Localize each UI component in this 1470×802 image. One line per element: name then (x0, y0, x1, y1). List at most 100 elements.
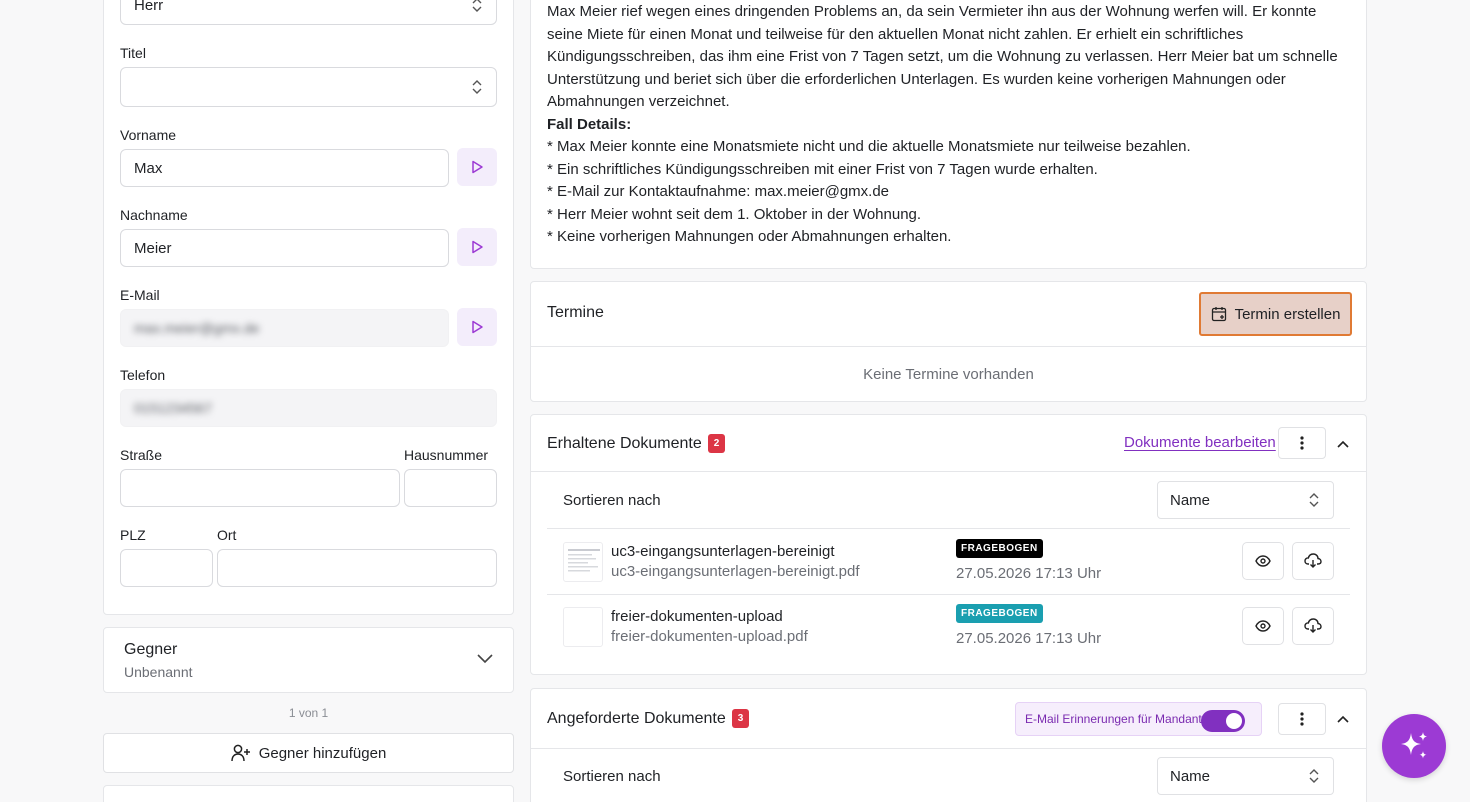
angeforderte-sort-select[interactable]: Name (1157, 757, 1334, 795)
document-thumbnail (563, 607, 603, 647)
eye-icon (1255, 555, 1271, 567)
vorname-input[interactable]: Max (120, 149, 449, 187)
chevron-up-icon[interactable] (1336, 712, 1350, 726)
angeforderte-dokumente-card: Angeforderte Dokumente 3 E-Mail Erinnerun… (530, 688, 1367, 802)
plz-label: PLZ (120, 527, 146, 543)
angeforderte-title-row: Angeforderte Dokumente 3 (547, 709, 750, 728)
add-gegner-label: Gegner hinzufügen (258, 744, 387, 762)
strasse-input[interactable] (120, 469, 400, 507)
play-icon (472, 160, 483, 174)
email-reminder-toggle-group: E-Mail Erinnerungen für Mandant (1015, 702, 1262, 736)
sort-value: Name (1170, 767, 1211, 785)
angeforderte-count-badge: 3 (731, 709, 750, 728)
gegner-pager: 1 von 1 (288, 706, 329, 720)
sort-value: Name (1170, 491, 1211, 509)
detail-line: * Ein schriftliches Kündigungsschreiben … (547, 160, 1098, 178)
document-date: 27.05.2026 17:13 Uhr (956, 630, 1102, 647)
select-arrows-icon (1309, 769, 1319, 783)
cloud-download-icon (1304, 618, 1322, 633)
email-reminder-toggle[interactable] (1201, 710, 1245, 732)
document-filename: freier-dokumenten-upload.pdf (611, 628, 808, 645)
ort-label: Ort (217, 527, 237, 543)
sparkle-icon (1401, 732, 1427, 759)
nachname-input[interactable]: Meier (120, 229, 449, 267)
detail-line: * Max Meier konnte eine Monatsmiete nich… (547, 138, 1191, 155)
vorname-play-button[interactable] (457, 148, 497, 186)
add-gegner-button[interactable]: Gegner hinzufügen (103, 733, 514, 773)
download-document-button[interactable] (1292, 607, 1334, 645)
create-termin-label: Termin erstellen (1234, 305, 1341, 323)
toggle-knob (1226, 713, 1242, 729)
termine-card: Termine Termin erstellen Keine Termine v… (530, 281, 1367, 402)
kebab-icon (1300, 436, 1304, 450)
erhaltene-menu-button[interactable] (1278, 427, 1326, 459)
kebab-icon (1300, 712, 1304, 726)
document-tag: FRAGEBOGEN (956, 604, 1043, 623)
create-termin-button[interactable]: Termin erstellen (1199, 292, 1352, 336)
anrede-select[interactable]: Herr (120, 0, 497, 25)
angeforderte-sort-label: Sortieren nach (563, 768, 661, 785)
titel-select[interactable] (120, 67, 497, 107)
vorname-label: Vorname (120, 127, 177, 143)
document-name[interactable]: freier-dokumenten-upload (611, 608, 783, 625)
email-value: max.meier@gmx.de (134, 320, 260, 336)
telefon-value: 0151234567 (134, 400, 212, 416)
ai-assistant-button[interactable] (1382, 714, 1446, 778)
email-reminder-label: E-Mail Erinnerungen für Mandant (1025, 712, 1202, 726)
dokumente-bearbeiten-link[interactable]: Dokumente bearbeiten (1124, 434, 1276, 451)
select-arrows-icon (1309, 493, 1319, 507)
divider (531, 346, 1366, 347)
document-filename: uc3-eingangsunterlagen-bereinigt.pdf (611, 563, 860, 580)
erhaltene-sort-label: Sortieren nach (563, 492, 661, 509)
document-thumbnail (563, 542, 603, 582)
gegner-subtitle: Unbenannt (124, 664, 193, 680)
user-plus-icon (230, 744, 250, 762)
anrede-value: Herr (134, 0, 164, 14)
erhaltene-title-row: Erhaltene Dokumente 2 (547, 434, 726, 453)
document-row: uc3-eingangsunterlagen-bereinigt uc3-ein… (547, 529, 1350, 594)
document-date: 27.05.2026 17:13 Uhr (956, 565, 1102, 582)
termine-empty-text: Keine Termine vorhanden (863, 366, 1034, 383)
vorname-value: Max (134, 159, 163, 177)
nachname-play-button[interactable] (457, 228, 497, 266)
chevron-down-icon (477, 654, 493, 664)
strasse-label: Straße (120, 447, 163, 463)
select-arrows-icon (472, 80, 482, 94)
summary-paragraph: Max Meier rief wegen eines dringenden Pr… (547, 3, 1338, 110)
divider (531, 748, 1366, 749)
angeforderte-title: Angeforderte Dokumente (547, 710, 726, 727)
select-arrows-icon (472, 0, 482, 12)
termine-title: Termine (547, 304, 604, 321)
chevron-up-icon[interactable] (1336, 437, 1350, 451)
eye-icon (1255, 620, 1271, 632)
download-document-button[interactable] (1292, 542, 1334, 580)
nachname-value: Meier (134, 239, 172, 257)
detail-line: * E-Mail zur Kontaktaufnahme: max.meier@… (547, 183, 890, 200)
view-document-button[interactable] (1242, 607, 1284, 645)
erhaltene-dokumente-card: Erhaltene Dokumente 2 Dokumente bearbeite… (530, 414, 1367, 675)
hausnummer-input[interactable] (404, 469, 497, 507)
email-play-button[interactable] (457, 308, 497, 346)
client-form-card: Herr Titel Vorname Max Nachname Meier E-… (103, 0, 514, 615)
detail-line: * Keine vorherigen Mahnungen oder Abmahn… (547, 228, 952, 245)
erhaltene-sort-select[interactable]: Name (1157, 481, 1334, 519)
telefon-label: Telefon (120, 367, 166, 383)
gegner-accordion[interactable]: Gegner Unbenannt (103, 627, 514, 693)
document-row: freier-dokumenten-upload freier-dokument… (547, 594, 1350, 659)
angeforderte-menu-button[interactable] (1278, 703, 1326, 735)
document-name[interactable]: uc3-eingangsunterlagen-bereinigt (611, 543, 835, 560)
ort-input[interactable] (217, 549, 497, 587)
erhaltene-count-badge: 2 (707, 434, 726, 453)
email-input[interactable]: max.meier@gmx.de (120, 309, 449, 347)
play-icon (472, 240, 483, 254)
hausnummer-label: Hausnummer (404, 447, 489, 463)
cloud-download-icon (1304, 553, 1322, 568)
view-document-button[interactable] (1242, 542, 1284, 580)
titel-label: Titel (120, 45, 146, 61)
telefon-input[interactable]: 0151234567 (120, 389, 497, 427)
calendar-plus-icon (1211, 307, 1226, 322)
plz-input[interactable] (120, 549, 213, 587)
case-summary-card: Max Meier rief wegen eines dringenden Pr… (530, 0, 1367, 269)
detail-line: * Herr Meier wohnt seit dem 1. Oktober i… (547, 205, 922, 223)
email-label: E-Mail (120, 287, 160, 303)
